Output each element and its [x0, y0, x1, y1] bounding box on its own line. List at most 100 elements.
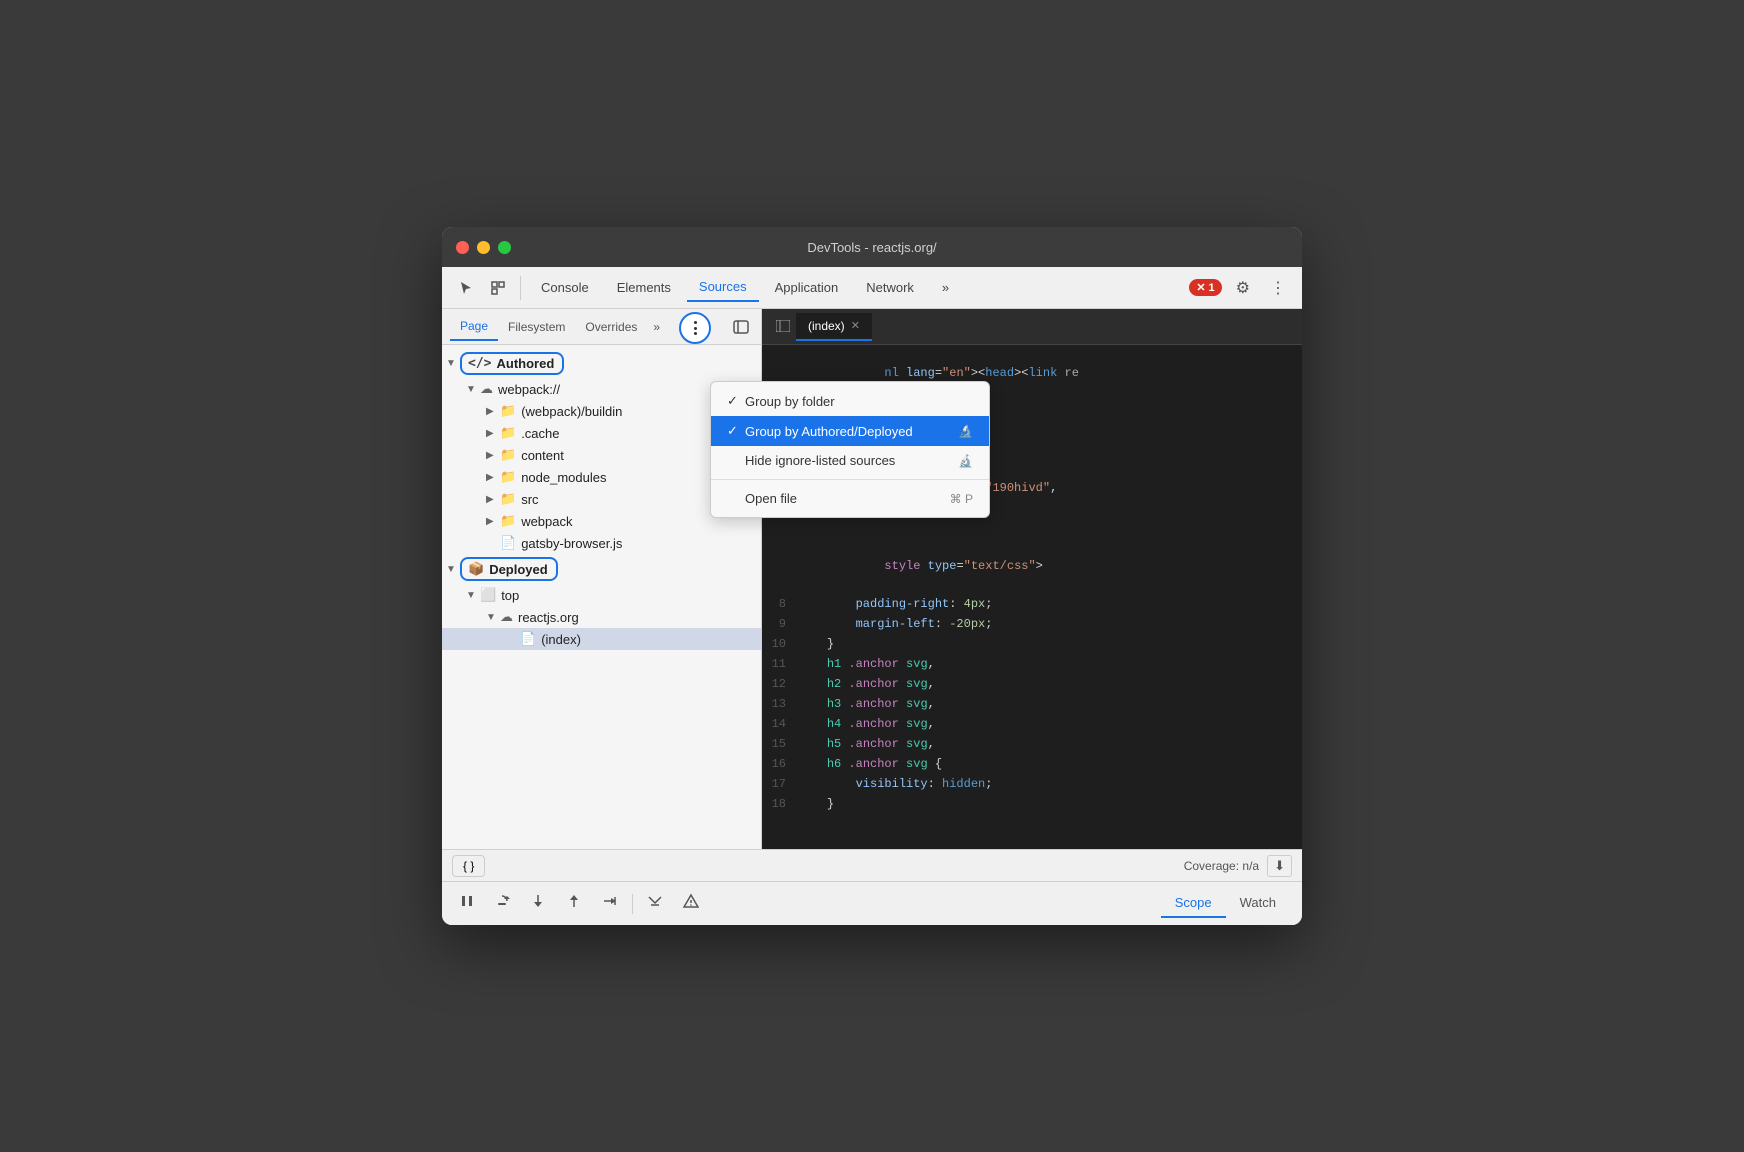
index-file[interactable]: ▶ 📄 (index): [442, 628, 761, 650]
index-label: (index): [541, 632, 581, 647]
html-file-icon: 📄: [520, 631, 536, 647]
authored-badge: </> Authored: [460, 352, 564, 375]
deployed-badge: 📦 Deployed: [460, 557, 558, 581]
authored-group-header[interactable]: ▼ </> Authored: [442, 349, 761, 378]
code-line-18: 18 }: [762, 795, 1302, 815]
gatsby-browser-label: gatsby-browser.js: [521, 536, 622, 551]
folder-icon: 📁: [500, 447, 516, 463]
menu-item-open-file[interactable]: Open file ⌘ P: [711, 484, 989, 513]
menu-open-file-label: Open file: [745, 491, 930, 506]
folder-icon: 📁: [500, 425, 516, 441]
code-line-12: 12 h2 .anchor svg,: [762, 675, 1302, 695]
webpack-label: webpack://: [498, 382, 560, 397]
content-label: content: [521, 448, 564, 463]
sidebar-collapse-button[interactable]: [770, 315, 796, 339]
menu-item-group-authored-deployed[interactable]: ✓ Group by Authored/Deployed 🔬: [711, 416, 989, 446]
editor-tabs: (index) ✕: [762, 309, 1302, 345]
webpack-buildin-label: (webpack)/buildin: [521, 404, 622, 419]
frame-icon: ⬜: [480, 587, 496, 603]
coverage-right: Coverage: n/a ⬇: [1184, 855, 1292, 877]
menu-item-hide-ignore-listed[interactable]: Hide ignore-listed sources 🔬: [711, 446, 989, 475]
tab-page[interactable]: Page: [450, 313, 498, 341]
coverage-download-button[interactable]: ⬇: [1267, 855, 1292, 877]
authored-arrow: ▼: [446, 358, 460, 369]
code-line-16: 16 h6 .anchor svg {: [762, 755, 1302, 775]
scope-tab[interactable]: Scope: [1161, 889, 1226, 918]
inspect-icon[interactable]: [484, 275, 512, 301]
tab-close-button[interactable]: ✕: [851, 319, 860, 332]
top-frame[interactable]: ▼ ⬜ top: [442, 584, 761, 606]
debug-bar: Scope Watch: [442, 881, 1302, 925]
scope-tabs: Scope Watch: [1161, 889, 1290, 918]
code-line-13: 13 h3 .anchor svg,: [762, 695, 1302, 715]
toolbar-right: ✕ 1 ⚙ ⋮: [1189, 273, 1292, 303]
pause-button[interactable]: [454, 890, 480, 917]
context-menu-button[interactable]: [679, 312, 711, 344]
editor-tab-index[interactable]: (index) ✕: [796, 313, 872, 341]
step-over-button[interactable]: [488, 889, 516, 918]
panel-tab-more[interactable]: »: [647, 316, 666, 338]
folder-icon: 📁: [500, 403, 516, 419]
folder-icon: 📁: [500, 469, 516, 485]
deployed-label: Deployed: [489, 562, 548, 577]
gatsby-browser-file[interactable]: ▶ 📄 gatsby-browser.js: [442, 532, 761, 554]
error-x-icon: ✕: [1196, 281, 1205, 294]
tab-overrides[interactable]: Overrides: [575, 314, 647, 340]
experiment-icon-1: 🔬: [958, 424, 973, 438]
folder-icon: 📁: [500, 513, 516, 529]
tab-filesystem[interactable]: Filesystem: [498, 314, 575, 340]
format-button[interactable]: { }: [452, 855, 485, 877]
node-modules-label: node_modules: [521, 470, 606, 485]
context-dropdown-menu: ✓ Group by folder ✓ Group by Authored/De…: [710, 381, 990, 518]
menu-item-group-by-folder[interactable]: ✓ Group by folder: [711, 386, 989, 416]
error-badge[interactable]: ✕ 1: [1189, 279, 1221, 296]
error-count: 1: [1209, 282, 1215, 294]
status-bar: { } Coverage: n/a ⬇: [442, 849, 1302, 881]
toolbar-divider: [520, 276, 521, 300]
code-line-blank1: [762, 518, 1302, 538]
check-icon: ✓: [727, 393, 745, 409]
tab-application[interactable]: Application: [763, 274, 851, 301]
code-line-10: 10 }: [762, 635, 1302, 655]
step-button[interactable]: [596, 889, 624, 918]
cloud-icon: ☁: [500, 609, 513, 625]
tab-elements[interactable]: Elements: [605, 274, 683, 301]
src-label: src: [521, 492, 538, 507]
step-out-button[interactable]: [560, 889, 588, 918]
code-line-8: 8 padding-right: 4px;: [762, 595, 1302, 615]
tab-sources[interactable]: Sources: [687, 273, 759, 302]
folder-icon: 📁: [500, 491, 516, 507]
tab-console[interactable]: Console: [529, 274, 601, 301]
title-bar: DevTools - reactjs.org/: [442, 227, 1302, 267]
code-brackets-icon: </>: [468, 356, 491, 371]
maximize-button[interactable]: [498, 241, 511, 254]
devtools-window: DevTools - reactjs.org/ Console Elements…: [442, 227, 1302, 925]
sidebar-toggle-button[interactable]: [729, 315, 753, 339]
tab-more[interactable]: »: [930, 274, 961, 301]
box-icon: 📦: [468, 561, 484, 577]
menu-group-authored-deployed-label: Group by Authored/Deployed: [745, 424, 954, 439]
more-options-button[interactable]: ⋮: [1264, 273, 1292, 303]
watch-tab[interactable]: Watch: [1226, 889, 1290, 918]
pause-on-exceptions-button[interactable]: [677, 889, 705, 918]
code-line-9: 9 margin-left: -20px;: [762, 615, 1302, 635]
webpack-folder-label: webpack: [521, 514, 572, 529]
code-line-15: 15 h5 .anchor svg,: [762, 735, 1302, 755]
tab-network[interactable]: Network: [854, 274, 926, 301]
cursor-icon[interactable]: [452, 275, 480, 301]
step-into-button[interactable]: [524, 889, 552, 918]
cache-label: .cache: [521, 426, 559, 441]
reactjs-org-label: reactjs.org: [518, 610, 579, 625]
traffic-lights: [456, 241, 511, 254]
deactivate-breakpoints-button[interactable]: [641, 889, 669, 918]
panel-tabs: Page Filesystem Overrides »: [442, 309, 761, 345]
minimize-button[interactable]: [477, 241, 490, 254]
debug-divider: [632, 894, 633, 914]
top-label: top: [501, 588, 519, 603]
deployed-group-header[interactable]: ▼ 📦 Deployed: [442, 554, 761, 584]
reactjs-org[interactable]: ▼ ☁ reactjs.org: [442, 606, 761, 628]
cloud-icon: ☁: [480, 381, 493, 397]
settings-button[interactable]: ⚙: [1230, 273, 1256, 303]
close-button[interactable]: [456, 241, 469, 254]
code-line-style: style type="text/css">: [762, 538, 1302, 596]
